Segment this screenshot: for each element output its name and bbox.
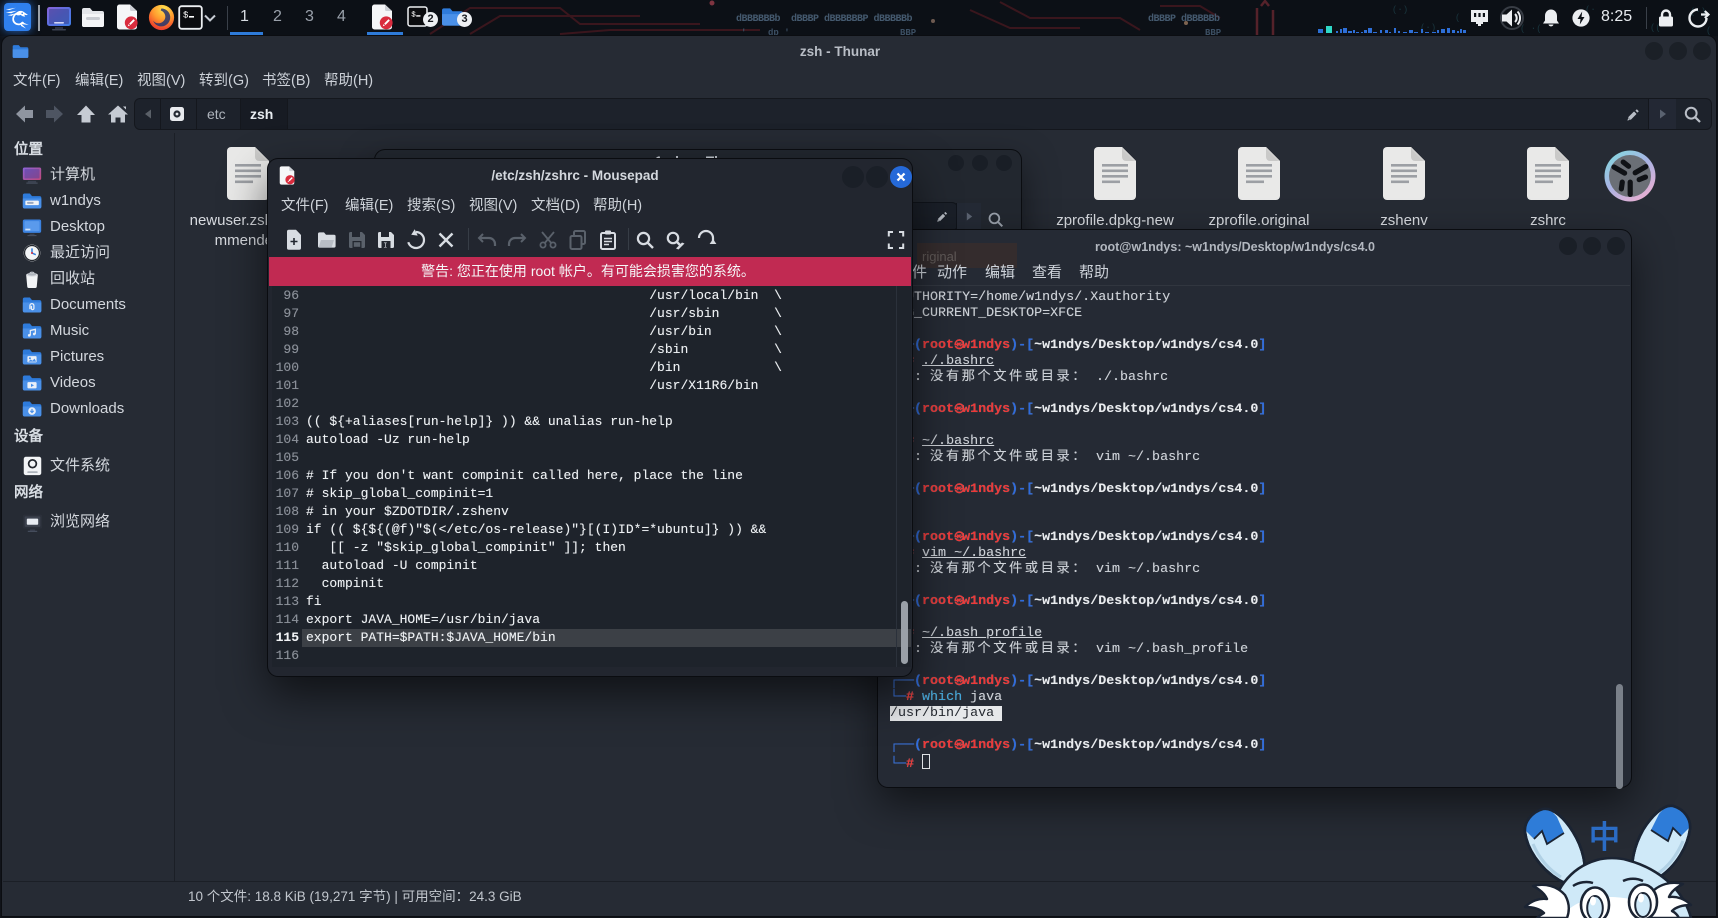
- svg-text:I: I: [383, 243, 387, 251]
- svg-text:$: $: [411, 12, 416, 20]
- svg-text:(·): (·): [1392, 5, 1408, 15]
- svg-text:$: $: [183, 11, 189, 21]
